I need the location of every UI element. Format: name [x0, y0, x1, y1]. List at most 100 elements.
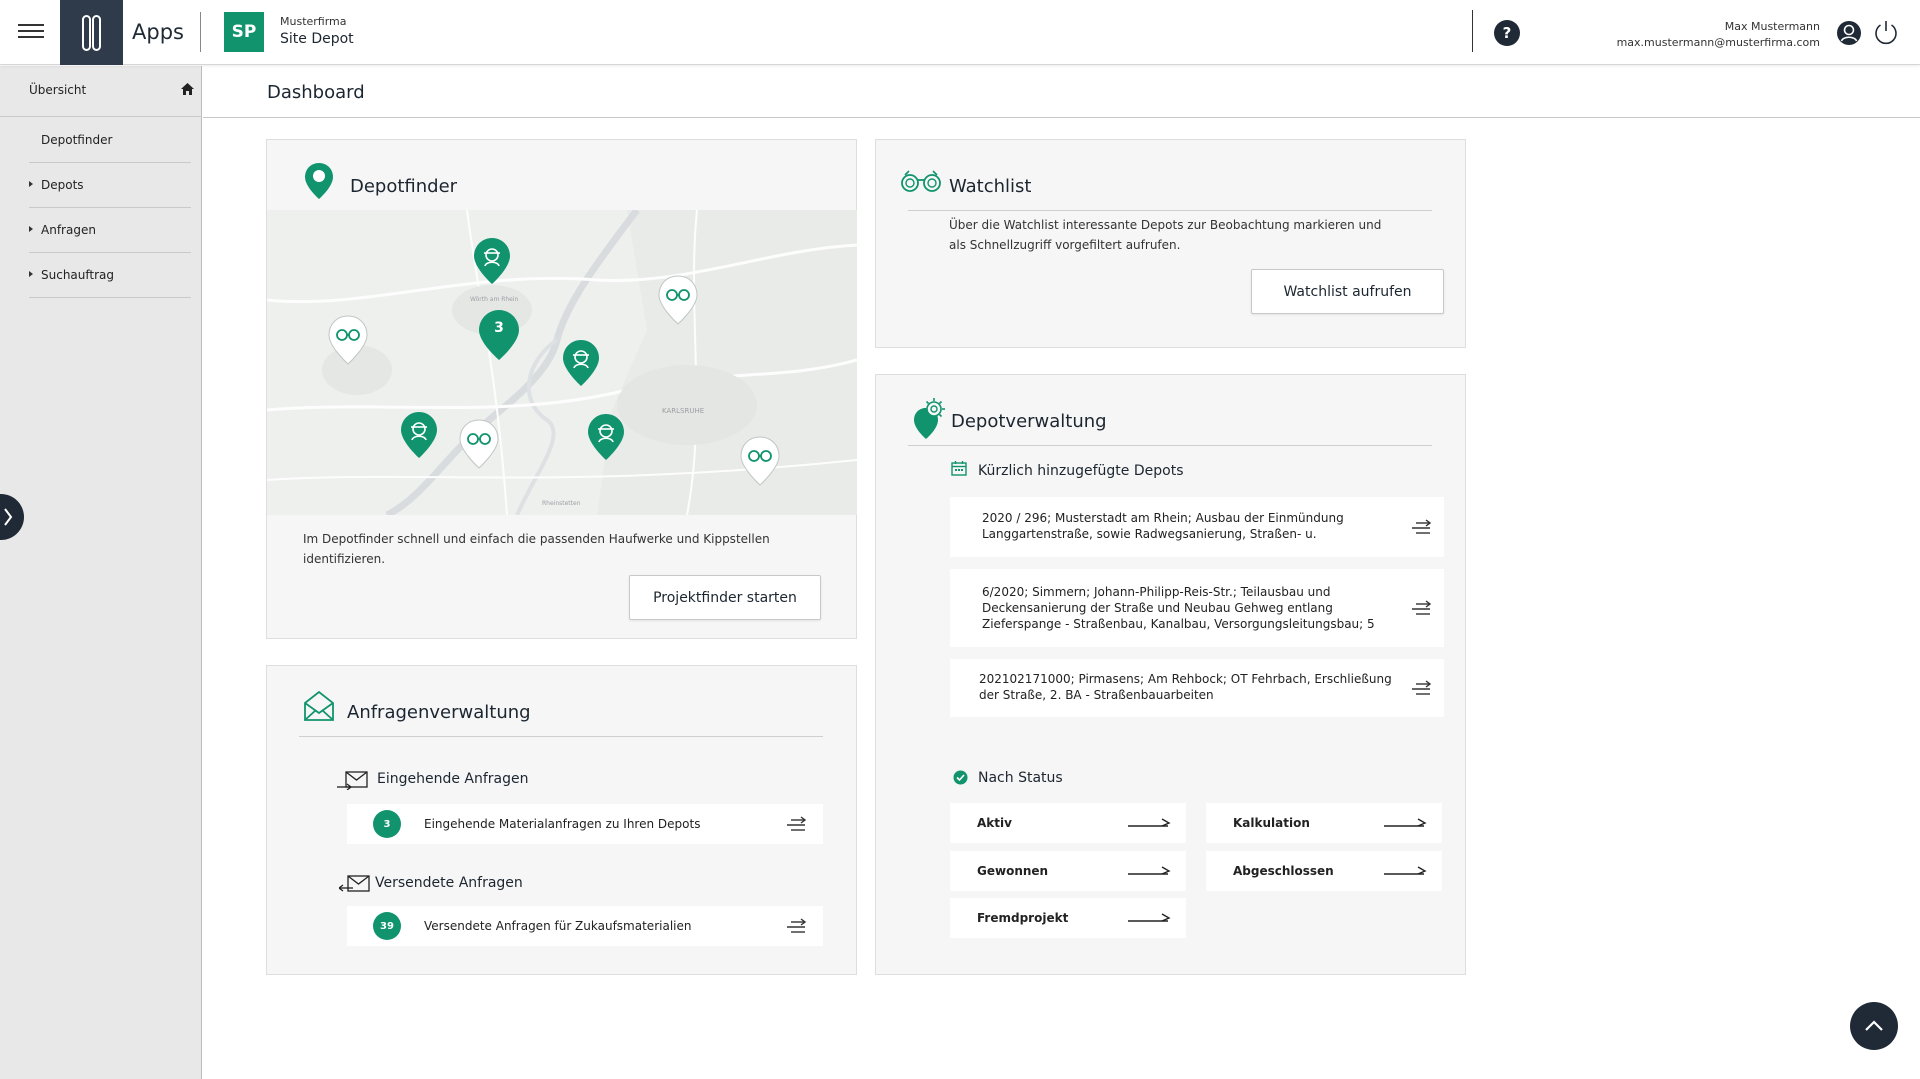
status-filter-fremdprojekt[interactable]: Fremdprojekt — [950, 898, 1186, 938]
recent-depot-row[interactable]: 6/2020; Simmern; Johann-Philipp-Reis-Str… — [950, 569, 1444, 647]
location-pin-icon — [305, 163, 333, 199]
map-marker-worker-icon[interactable] — [472, 236, 512, 286]
caret-right-icon — [29, 226, 33, 232]
depotfinder-card: Depotfinder KARLSRUHE Wörth am Rhein Rhe… — [266, 139, 857, 639]
depotfinder-description: Im Depotfinder schnell und einfach die p… — [303, 532, 770, 566]
status-filter-gewonnen[interactable]: Gewonnen — [950, 851, 1186, 891]
power-icon[interactable] — [1872, 18, 1900, 46]
scroll-to-top-button[interactable] — [1850, 1002, 1898, 1050]
status-filter-aktiv[interactable]: Aktiv — [950, 803, 1186, 843]
divider — [908, 210, 1432, 211]
watchlist-title: Watchlist — [949, 176, 1032, 197]
arrow-right-icon — [1128, 913, 1171, 922]
recent-depots-heading: Kürzlich hinzugefügte Depots — [978, 463, 1184, 479]
sent-requests-heading: Versendete Anfragen — [375, 875, 523, 891]
sidebar-item-label: Depotfinder — [41, 133, 113, 147]
binoculars-icon — [901, 170, 941, 192]
home-icon[interactable] — [180, 82, 195, 97]
sidebar-item-depots[interactable]: Depots — [29, 163, 191, 208]
caret-right-icon — [29, 181, 33, 187]
forward-list-icon — [787, 918, 807, 933]
incoming-requests-row[interactable]: 3 Eingehende Materialanfragen zu Ihren D… — [347, 804, 823, 844]
recent-depot-text: 202102171000; Pirmasens; Am Rehbock; OT … — [979, 672, 1392, 702]
map-label-woerth: Wörth am Rhein — [470, 296, 519, 303]
calendar-icon — [951, 461, 967, 476]
forward-list-icon — [1412, 519, 1432, 534]
chevron-up-icon — [1865, 1020, 1883, 1031]
depot-map[interactable]: KARLSRUHE Wörth am Rhein Rheinstetten 3 — [267, 210, 857, 515]
incoming-requests-heading: Eingehende Anfragen — [377, 771, 529, 787]
map-marker-worker-icon[interactable] — [561, 338, 601, 388]
watchlist-open-button[interactable]: Watchlist aufrufen — [1251, 269, 1444, 314]
projektfinder-start-button[interactable]: Projektfinder starten — [629, 575, 821, 620]
arrow-right-icon — [1384, 866, 1427, 875]
chevron-right-icon — [4, 508, 13, 526]
app-logo[interactable] — [60, 0, 123, 65]
site-name: Site Depot — [280, 31, 354, 47]
sidebar: Übersicht Depotfinder Depots Anfragen Su… — [0, 66, 202, 1079]
sidebar-toggle-button[interactable] — [0, 494, 24, 540]
status-label: Kalkulation — [1233, 816, 1310, 830]
map-marker-binoculars-icon[interactable] — [739, 435, 781, 487]
sent-requests-row[interactable]: 39 Versendete Anfragen für Zukaufsmateri… — [347, 906, 823, 946]
sidebar-item-depotfinder[interactable]: Depotfinder — [29, 118, 191, 163]
outgoing-mail-icon — [339, 875, 370, 892]
status-label: Abgeschlossen — [1233, 864, 1334, 878]
incoming-mail-icon — [337, 771, 368, 790]
divider — [299, 736, 823, 737]
help-button[interactable]: ? — [1494, 20, 1520, 46]
arrow-right-icon — [1128, 866, 1171, 875]
forward-list-icon — [1412, 680, 1432, 695]
sidebar-item-label: Depots — [41, 178, 84, 192]
header-divider — [1472, 10, 1473, 52]
user-email: max.mustermann@musterfirma.com — [1616, 36, 1820, 49]
map-marker-cluster[interactable]: 3 — [477, 308, 521, 362]
sidebar-overview[interactable]: Übersicht — [0, 66, 202, 117]
cluster-count: 3 — [494, 320, 504, 336]
sidebar-overview-label: Übersicht — [29, 83, 87, 97]
sent-requests-label: Versendete Anfragen für Zukaufsmateriali… — [424, 919, 692, 933]
map-marker-worker-icon[interactable] — [399, 410, 439, 460]
depotverwaltung-title: Depotverwaltung — [951, 411, 1107, 432]
status-filter-kalkulation[interactable]: Kalkulation — [1206, 803, 1442, 843]
status-heading: Nach Status — [978, 770, 1063, 786]
depot-settings-icon — [914, 398, 945, 439]
user-icon[interactable] — [1836, 20, 1862, 46]
check-circle-icon — [953, 770, 968, 785]
arrow-right-icon — [1384, 818, 1427, 827]
app-badge: SP — [224, 12, 264, 52]
envelope-open-icon — [304, 690, 334, 721]
watchlist-card: Watchlist Über die Watchlist interessant… — [875, 139, 1466, 348]
forward-list-icon — [1412, 600, 1432, 615]
map-marker-worker-icon[interactable] — [586, 412, 626, 462]
recent-depot-row[interactable]: 2020 / 296; Musterstadt am Rhein; Ausbau… — [950, 497, 1444, 557]
forward-list-icon — [787, 816, 807, 831]
watchlist-description: Über die Watchlist interessante Depots z… — [949, 218, 1382, 252]
recent-depot-text: 6/2020; Simmern; Johann-Philipp-Reis-Str… — [982, 585, 1375, 631]
divider — [908, 445, 1432, 446]
page-title: Dashboard — [267, 82, 365, 103]
arrow-right-icon — [1128, 818, 1171, 827]
anfragen-title: Anfragenverwaltung — [347, 702, 531, 723]
caret-right-icon — [29, 271, 33, 277]
sidebar-item-label: Anfragen — [41, 223, 96, 237]
firm-name: Musterfirma — [280, 15, 347, 28]
map-marker-binoculars-icon[interactable] — [458, 418, 500, 470]
incoming-count-badge: 3 — [373, 810, 401, 838]
status-label: Fremdprojekt — [977, 911, 1069, 925]
map-marker-binoculars-icon[interactable] — [657, 274, 699, 326]
status-filter-abgeschlossen[interactable]: Abgeschlossen — [1206, 851, 1442, 891]
incoming-requests-label: Eingehende Materialanfragen zu Ihren Dep… — [424, 817, 701, 831]
map-marker-binoculars-icon[interactable] — [327, 314, 369, 366]
user-name: Max Mustermann — [1724, 20, 1820, 33]
map-label-karlsruhe: KARLSRUHE — [662, 407, 704, 415]
menu-icon[interactable] — [18, 24, 44, 42]
page-title-bar: Dashboard — [203, 66, 1920, 118]
sidebar-item-anfragen[interactable]: Anfragen — [29, 208, 191, 253]
sent-count-badge: 39 — [373, 912, 401, 940]
sidebar-item-label: Suchauftrag — [41, 268, 115, 282]
sidebar-item-suchauftrag[interactable]: Suchauftrag — [29, 253, 191, 298]
apps-label[interactable]: Apps — [132, 20, 184, 44]
recent-depot-row[interactable]: 202102171000; Pirmasens; Am Rehbock; OT … — [950, 659, 1444, 717]
top-header: Apps SP Musterfirma Site Depot ? Max Mus… — [0, 0, 1920, 65]
